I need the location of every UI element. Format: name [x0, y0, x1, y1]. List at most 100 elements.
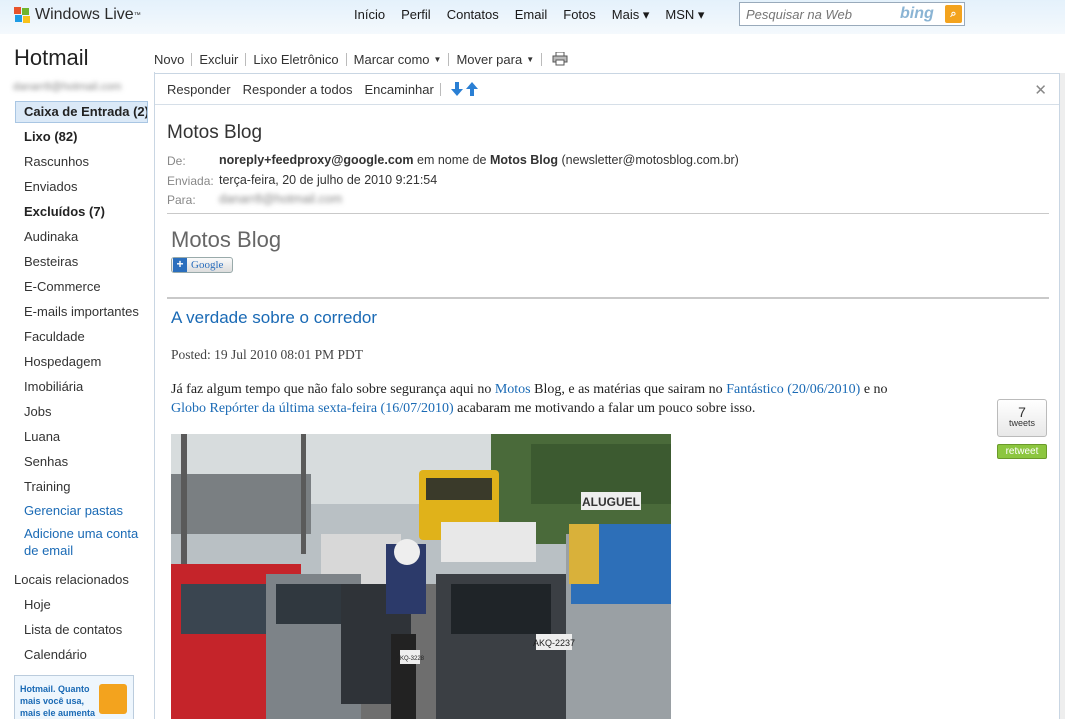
- bing-logo: bing: [900, 5, 934, 22]
- nav-inicio[interactable]: Início: [354, 7, 385, 23]
- reply-button[interactable]: Responder: [161, 82, 237, 97]
- folder-audinaka[interactable]: Audinaka: [24, 229, 78, 244]
- hotmail-promo[interactable]: Hotmail. Quanto mais você usa, mais ele …: [14, 675, 134, 719]
- nav-fotos[interactable]: Fotos: [563, 7, 596, 23]
- print-icon[interactable]: [552, 52, 568, 66]
- mark-as-label: Marcar como: [353, 51, 430, 67]
- related-calendar[interactable]: Calendário: [24, 647, 87, 662]
- delete-button[interactable]: Excluir: [192, 52, 245, 67]
- post-title-link[interactable]: A verdade sobre o corredor: [171, 308, 377, 328]
- mark-as-menu[interactable]: Marcar como ▼: [347, 52, 449, 67]
- sent-value: terça-feira, 20 de julho de 2010 9:21:54: [219, 173, 438, 187]
- search-input[interactable]: [746, 6, 896, 22]
- body-text: Blog, e as matérias que sairam no: [530, 382, 727, 397]
- scrollbar[interactable]: [1060, 73, 1065, 719]
- add-account-link-line1[interactable]: Adicione uma conta: [24, 526, 138, 541]
- chevron-down-icon: ▼: [433, 54, 442, 64]
- sent-label: Enviada:: [167, 174, 214, 188]
- from-real-address: (newsletter@motosblog.com.br): [561, 153, 739, 167]
- nav-email[interactable]: Email: [515, 7, 548, 23]
- nav-contatos[interactable]: Contatos: [447, 7, 499, 23]
- toolbar-separator: [439, 82, 441, 96]
- folder-deleted[interactable]: Excluídos (7): [24, 204, 105, 219]
- hotmail-title[interactable]: Hotmail: [14, 45, 89, 71]
- fantastico-link[interactable]: Fantástico (20/06/2010): [726, 382, 860, 397]
- from-label: De:: [167, 154, 186, 168]
- nav-perfil[interactable]: Perfil: [401, 7, 431, 23]
- blog-title: Motos Blog: [171, 227, 282, 252]
- photo-sign-text: ALUGUEL: [582, 495, 640, 509]
- next-message-arrow-icon[interactable]: [450, 82, 463, 96]
- truck-icon: [99, 684, 127, 714]
- move-to-label: Mover para: [456, 51, 523, 67]
- folder-jobs[interactable]: Jobs: [24, 404, 51, 419]
- body-text: acabaram me motivando a falar um pouco s…: [453, 401, 756, 416]
- folder-emails-importantes[interactable]: E-mails importantes: [24, 304, 139, 319]
- reply-all-button[interactable]: Responder a todos: [237, 82, 359, 97]
- folder-faculdade[interactable]: Faculdade: [24, 329, 85, 344]
- toolbar-separator: [541, 52, 543, 66]
- top-nav: Início Perfil Contatos Email Fotos Mais …: [354, 7, 720, 23]
- windows-flag-icon: [14, 7, 31, 23]
- new-button[interactable]: Novo: [154, 52, 191, 67]
- plate-text: AKQ-2237: [533, 638, 575, 648]
- trademark: ™: [133, 11, 141, 19]
- folder-sent[interactable]: Enviados: [24, 179, 77, 194]
- related-hoje[interactable]: Hoje: [24, 597, 51, 612]
- google-label: Google: [191, 259, 224, 271]
- to-value: danarr8@hotmail.com: [219, 192, 343, 206]
- folder-imobiliaria[interactable]: Imobiliária: [24, 379, 83, 394]
- promo-line: mais ele aumenta: [20, 708, 96, 718]
- to-label: Para:: [167, 193, 196, 207]
- from-address[interactable]: noreply+feedproxy@google.com: [219, 153, 414, 167]
- folder-luana[interactable]: Luana: [24, 429, 60, 444]
- message-actions-bar: Responder Responder a todos Encaminhar ✕: [155, 74, 1059, 105]
- search-button[interactable]: ⌕: [945, 5, 962, 23]
- folder-training[interactable]: Training: [24, 479, 70, 494]
- globo-reporter-link[interactable]: Globo Repórter da última sexta-feira (16…: [171, 401, 454, 416]
- message-navigation: [450, 82, 478, 96]
- promo-text: Hotmail. Quanto mais você usa, mais ele …: [20, 683, 102, 719]
- folder-ecommerce[interactable]: E-Commerce: [24, 279, 101, 294]
- manage-folders-link[interactable]: Gerenciar pastas: [24, 503, 123, 518]
- move-to-menu[interactable]: Mover para ▼: [449, 52, 541, 67]
- brand-name: Windows Live: [35, 6, 134, 23]
- traffic-photo: ALUGUEL AKQ-2237 AKQ-3228: [171, 434, 671, 719]
- folder-senhas[interactable]: Senhas: [24, 454, 68, 469]
- motos-link[interactable]: Motos: [495, 382, 531, 397]
- on-behalf-text: em nome de: [417, 153, 487, 167]
- body-text: e no: [860, 382, 888, 397]
- forward-button[interactable]: Encaminhar: [358, 82, 439, 97]
- folder-drafts[interactable]: Rascunhos: [24, 154, 89, 169]
- mail-toolbar: Novo Excluir Lixo Eletrônico Marcar como…: [154, 48, 568, 70]
- plus-icon: +: [173, 258, 187, 272]
- retweet-button[interactable]: retweet: [997, 444, 1047, 459]
- tweet-label: tweets: [1008, 418, 1035, 428]
- previous-message-arrow-icon[interactable]: [465, 82, 478, 96]
- folder-inbox[interactable]: Caixa de Entrada (2): [15, 101, 148, 123]
- windows-live-logo[interactable]: Windows Live ™: [14, 6, 141, 24]
- related-contact-list[interactable]: Lista de contatos: [24, 622, 122, 637]
- add-to-google-button[interactable]: + Google: [171, 257, 233, 273]
- folder-besteiras[interactable]: Besteiras: [24, 254, 78, 269]
- add-account-link-line2[interactable]: de email: [24, 543, 73, 558]
- post-body: Já faz algum tempo que não falo sobre se…: [171, 380, 981, 418]
- reading-pane: Responder Responder a todos Encaminhar ✕…: [154, 73, 1060, 719]
- sidebar: Hotmail danarr8@hotmail.com Caixa de Ent…: [0, 34, 154, 719]
- tweet-counter[interactable]: 7 tweets: [997, 399, 1047, 437]
- nav-msn[interactable]: MSN ▾: [665, 7, 704, 23]
- message-subject: Motos Blog: [167, 122, 263, 143]
- plate-text: AKQ-3228: [396, 656, 425, 662]
- chevron-down-icon: ▼: [526, 54, 535, 64]
- from-name: Motos Blog: [489, 153, 559, 167]
- related-places-heading: Locais relacionados: [14, 572, 129, 587]
- junk-button[interactable]: Lixo Eletrônico: [246, 52, 345, 67]
- blog-divider: [167, 297, 1049, 299]
- close-icon[interactable]: ✕: [1034, 81, 1047, 99]
- search-icon: ⌕: [950, 8, 957, 20]
- from-value: noreply+feedproxy@google.com em nome de …: [219, 153, 739, 167]
- account-email: danarr8@hotmail.com: [13, 81, 122, 93]
- folder-junk[interactable]: Lixo (82): [24, 129, 77, 144]
- folder-hospedagem[interactable]: Hospedagem: [24, 354, 101, 369]
- nav-mais[interactable]: Mais ▾: [612, 7, 650, 23]
